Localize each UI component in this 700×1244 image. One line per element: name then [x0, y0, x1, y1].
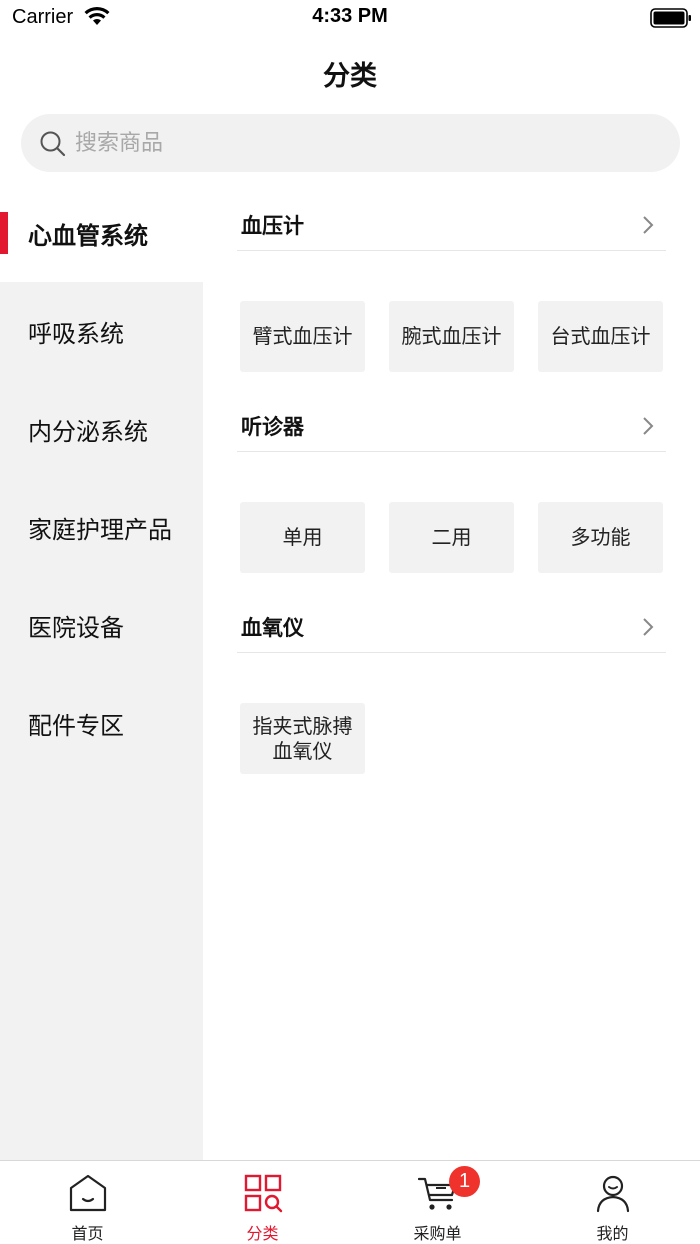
sidebar-item-label: 呼吸系统: [28, 319, 124, 348]
active-indicator: [0, 212, 8, 254]
section-title: 血压计: [241, 213, 304, 238]
tab-label: 我的: [596, 1224, 629, 1243]
tab-profile[interactable]: 我的: [525, 1161, 700, 1244]
subcategory-chip[interactable]: 台式血压计: [538, 301, 663, 372]
subcategory-chip[interactable]: 腕式血压计: [389, 301, 514, 372]
tab-purchase-list[interactable]: 采购单: [350, 1161, 525, 1244]
sidebar-item-label: 配件专区: [28, 711, 124, 740]
section-title: 听诊器: [241, 414, 304, 439]
section-header-stethoscope[interactable]: 听诊器: [237, 400, 666, 452]
tab-label: 首页: [71, 1224, 104, 1243]
chevron-right-icon: [643, 417, 654, 435]
sidebar-item-home-care[interactable]: 家庭护理产品: [0, 478, 203, 576]
sidebar-item-respiratory[interactable]: 呼吸系统: [0, 282, 203, 380]
subcategory-chip[interactable]: 多功能: [538, 502, 663, 573]
tab-label: 分类: [246, 1224, 279, 1243]
subcategory-chip[interactable]: 二用: [389, 502, 514, 573]
battery-icon: [650, 8, 691, 28]
section-header-oximeter[interactable]: 血氧仪: [237, 601, 666, 653]
category-page: Carrier 4:33 PM 分类 心血管系统 呼吸系统: [0, 0, 700, 1244]
search-bar[interactable]: [21, 114, 680, 172]
tab-home[interactable]: 首页: [0, 1161, 175, 1244]
subcategory-chip[interactable]: 臂式血压计: [240, 301, 365, 372]
tab-bar: 首页 分类 采购单 我的: [0, 1160, 700, 1244]
profile-icon: [596, 1175, 630, 1213]
sidebar-item-accessories[interactable]: 配件专区: [0, 674, 203, 772]
sidebar-item-hospital-equipment[interactable]: 医院设备: [0, 576, 203, 674]
sidebar-item-cardiovascular[interactable]: 心血管系统: [0, 184, 203, 282]
status-bar: Carrier 4:33 PM: [0, 0, 700, 40]
sidebar-item-label: 内分泌系统: [28, 417, 148, 446]
chevron-right-icon: [643, 618, 654, 636]
category-icon: [244, 1174, 283, 1213]
sidebar-item-endocrine[interactable]: 内分泌系统: [0, 380, 203, 478]
category-sidebar: 心血管系统 呼吸系统 内分泌系统 家庭护理产品 医院设备 配件专区: [0, 184, 203, 1160]
section-title: 血氧仪: [241, 615, 304, 640]
search-icon: [40, 131, 66, 157]
subcategory-chip[interactable]: 单用: [240, 502, 365, 573]
cart-badge: 1: [449, 1166, 480, 1197]
page-title: 分类: [323, 61, 377, 92]
home-icon: [69, 1174, 107, 1212]
search-input[interactable]: [75, 124, 655, 162]
clock: 4:33 PM: [312, 5, 388, 27]
tab-category[interactable]: 分类: [175, 1161, 350, 1244]
sidebar-item-label: 医院设备: [28, 613, 124, 642]
sidebar-item-label: 心血管系统: [28, 221, 148, 250]
chevron-right-icon: [643, 216, 654, 234]
subcategory-chip[interactable]: 指夹式脉搏血氧仪: [240, 703, 365, 774]
section-header-blood-pressure[interactable]: 血压计: [237, 199, 666, 251]
tab-label: 采购单: [413, 1224, 462, 1243]
sidebar-item-label: 家庭护理产品: [28, 515, 172, 544]
